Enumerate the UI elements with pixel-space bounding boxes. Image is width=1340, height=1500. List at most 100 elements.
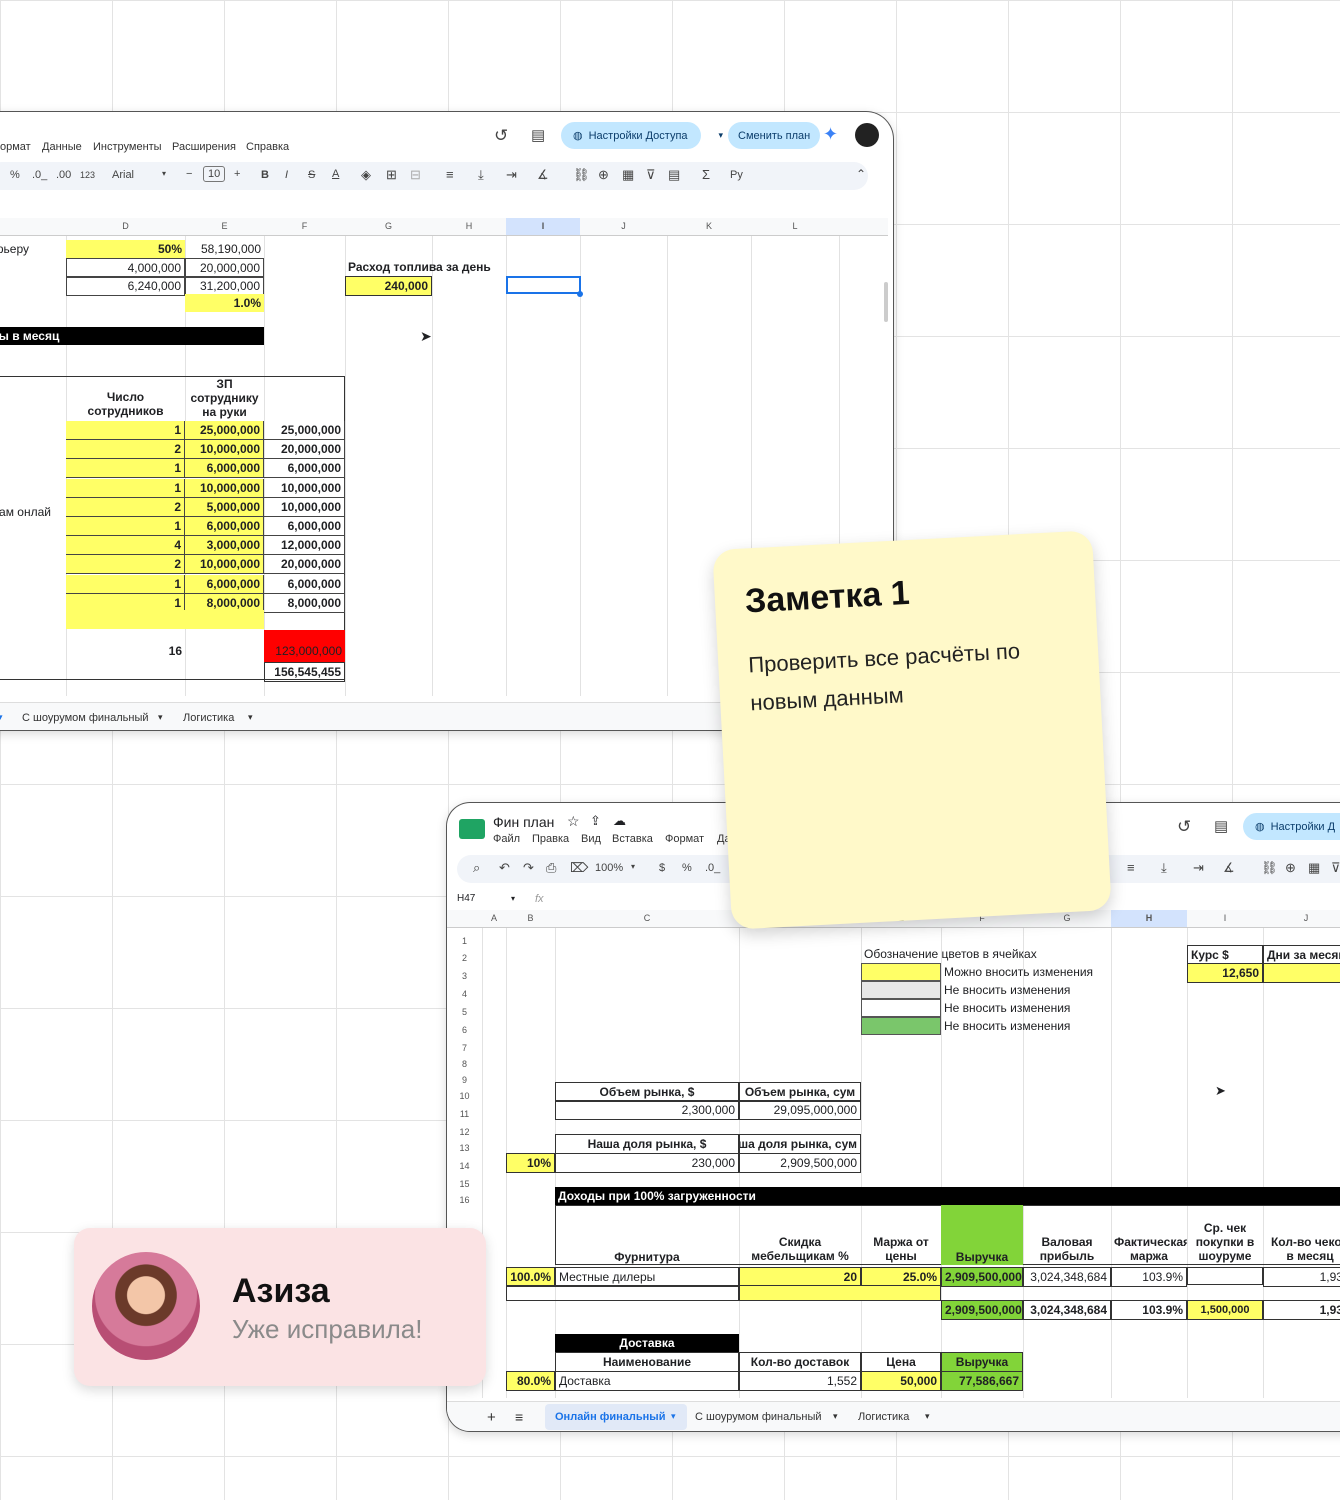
text-wrap-icon[interactable]: ⇥: [506, 167, 517, 183]
delivery-name[interactable]: Доставка: [555, 1371, 739, 1391]
comment-insert-icon[interactable]: ⊕: [598, 167, 609, 183]
staff-row-e[interactable]: 6,000,000: [185, 459, 264, 479]
name-box[interactable]: H47: [457, 893, 475, 904]
legend-label[interactable]: Не вносить изменения: [941, 999, 1111, 1017]
row-number[interactable]: 5: [447, 1007, 482, 1017]
row-number[interactable]: 11: [447, 1109, 482, 1119]
percent-button[interactable]: %: [10, 169, 20, 181]
chevron-down-icon[interactable]: ▾: [511, 894, 515, 903]
link-icon[interactable]: ⛓: [573, 167, 590, 183]
font-size-decrease-button[interactable]: −: [186, 168, 192, 180]
total-revenue[interactable]: 2,909,500,000: [941, 1300, 1023, 1320]
cell-value[interactable]: 58,190,000: [185, 240, 264, 258]
font-size-input[interactable]: 10: [203, 166, 226, 182]
cloud-icon[interactable]: ☁: [613, 813, 626, 829]
staff-row-d[interactable]: 2: [66, 555, 185, 575]
staff-row-d[interactable]: 1: [66, 421, 185, 440]
rate-label[interactable]: Курс $: [1187, 945, 1263, 965]
link-icon[interactable]: ⛓: [1261, 860, 1278, 876]
income-avg-check[interactable]: [1187, 1267, 1263, 1285]
history-icon[interactable]: ↺: [1177, 817, 1191, 837]
col-header-j[interactable]: J: [580, 221, 667, 231]
income-name[interactable]: Местные дилеры: [555, 1267, 739, 1287]
grand-total[interactable]: 156,545,455: [264, 662, 345, 682]
row-number[interactable]: 10: [447, 1091, 482, 1101]
delivery-revenue[interactable]: 77,586,667: [941, 1371, 1023, 1391]
comment-insert-icon[interactable]: ⊕: [1285, 860, 1296, 876]
cell-percent[interactable]: 50%: [66, 240, 185, 258]
cell-value[interactable]: 4,000,000: [66, 258, 185, 278]
staff-row-f[interactable]: 20,000,000: [264, 555, 345, 575]
col-header-k[interactable]: K: [667, 221, 751, 231]
menu-help[interactable]: Справка: [246, 141, 289, 153]
days-value[interactable]: 3: [1263, 963, 1340, 983]
days-label[interactable]: Дни за месяц: [1263, 945, 1340, 965]
share-usd-value[interactable]: 230,000: [555, 1153, 739, 1173]
staff-row-e[interactable]: 10,000,000: [185, 555, 264, 575]
italic-button[interactable]: I: [285, 169, 288, 181]
legend-label[interactable]: Не вносить изменения: [941, 1017, 1111, 1035]
staff-row-f[interactable]: 6,000,000: [264, 574, 345, 594]
fuel-cost-label[interactable]: Расход топлива за день: [345, 258, 495, 276]
text-rotation-icon[interactable]: ∡: [1223, 860, 1235, 876]
chevron-down-icon[interactable]: ▾: [833, 1411, 838, 1422]
col-header-i[interactable]: I: [1187, 913, 1263, 923]
staff-row-f[interactable]: 25,000,000: [264, 421, 345, 440]
filter-icon[interactable]: ⊽: [646, 167, 656, 183]
access-settings-button[interactable]: ◍ Настройки Д: [1243, 813, 1340, 840]
merge-cells-icon[interactable]: ⊟: [410, 167, 421, 183]
menu-view[interactable]: Вид: [581, 833, 601, 845]
selected-cell[interactable]: [506, 276, 581, 294]
legend-label[interactable]: Не вносить изменения: [941, 981, 1111, 999]
income-checks[interactable]: 1,939.: [1263, 1267, 1340, 1287]
staff-row-d[interactable]: 1: [66, 459, 185, 479]
change-plan-button[interactable]: Сменить план: [728, 122, 821, 149]
access-settings-button[interactable]: ◍ Настройки Доступа ▾: [561, 122, 723, 149]
text-wrap-icon[interactable]: ⇥: [1193, 860, 1204, 876]
document-title[interactable]: Фин план: [493, 814, 554, 830]
row-number[interactable]: 7: [447, 1043, 482, 1053]
tab-online-final[interactable]: Онлайн финальный: [555, 1411, 665, 1423]
row-number[interactable]: 6: [447, 1025, 482, 1035]
fill-color-icon[interactable]: ◈: [361, 167, 371, 183]
staff-row-f[interactable]: 10,000,000: [264, 497, 345, 517]
total-checks[interactable]: 1,939.: [1263, 1300, 1340, 1320]
market-usd-label[interactable]: Объем рынка, $: [555, 1082, 739, 1102]
staff-row-d[interactable]: 1: [66, 478, 185, 498]
staff-row-f[interactable]: 8,000,000: [264, 593, 345, 613]
chart-icon[interactable]: ▦: [1308, 860, 1320, 876]
col-header-j[interactable]: J: [1263, 913, 1340, 923]
income-percent[interactable]: 100.0%: [506, 1267, 555, 1287]
chevron-down-icon[interactable]: ▾: [718, 130, 723, 141]
income-gross[interactable]: 3,024,348,684: [1023, 1267, 1111, 1287]
cell-label[interactable]: о: [0, 276, 66, 294]
total-staff[interactable]: 16: [66, 642, 185, 660]
decrease-decimal-button[interactable]: .0_: [705, 862, 720, 874]
filter-icon[interactable]: ⊽: [1331, 860, 1340, 876]
delivery-percent[interactable]: 80.0%: [506, 1371, 555, 1391]
cell-value[interactable]: 20,000,000: [185, 258, 264, 278]
staff-row-d[interactable]: 4: [66, 536, 185, 556]
col-header-l[interactable]: L: [751, 221, 839, 231]
menu-format[interactable]: ормат: [0, 141, 31, 153]
row-number[interactable]: 4: [447, 989, 482, 999]
income-margin[interactable]: 25.0%: [861, 1267, 941, 1287]
total-avg-check[interactable]: 1,500,000: [1187, 1300, 1263, 1320]
row-number[interactable]: 8: [447, 1059, 482, 1069]
avatar[interactable]: [855, 123, 879, 147]
redo-icon[interactable]: ↷: [523, 860, 534, 876]
market-usd-value[interactable]: 2,300,000: [555, 1100, 739, 1120]
market-sum-value[interactable]: 29,095,000,000: [739, 1100, 861, 1120]
cell-value[interactable]: 6,240,000: [66, 276, 185, 296]
staff-row-e[interactable]: 10,000,000: [185, 440, 264, 460]
increase-decimal-button[interactable]: .00: [56, 169, 71, 181]
bold-button[interactable]: B: [261, 169, 269, 181]
share-sum-label[interactable]: Наша доля рынка, сум: [739, 1134, 861, 1154]
row-number[interactable]: 16: [447, 1195, 482, 1205]
chevron-down-icon[interactable]: ▾: [671, 1411, 676, 1422]
input-tools-button[interactable]: Py: [730, 169, 743, 181]
comment-icon[interactable]: ▤: [1214, 817, 1228, 835]
tab-showroom-final[interactable]: С шоурумом финальный: [22, 712, 149, 724]
decrease-decimal-button[interactable]: .0_: [32, 169, 47, 181]
formula-bar-icon[interactable]: fx: [535, 893, 544, 905]
